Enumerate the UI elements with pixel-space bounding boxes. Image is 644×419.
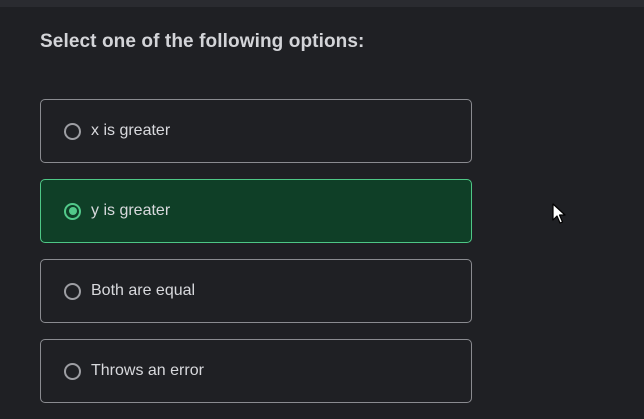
radio-button-icon[interactable] <box>64 362 81 380</box>
top-bar <box>0 0 644 7</box>
option-label: y is greater <box>91 202 171 219</box>
option-label: x is greater <box>91 122 171 139</box>
option-label: Throws an error <box>91 362 204 379</box>
radio-button-icon[interactable] <box>64 282 81 300</box>
option-throws-an-error[interactable]: Throws an error <box>40 339 472 403</box>
option-both-are-equal[interactable]: Both are equal <box>40 259 472 323</box>
option-label: Both are equal <box>91 282 196 299</box>
option-y-is-greater[interactable]: y is greater <box>40 179 472 243</box>
radio-dot-icon <box>68 207 77 215</box>
question-prompt: Select one of the following options: <box>40 31 365 52</box>
option-x-is-greater[interactable]: x is greater <box>40 99 472 163</box>
options-list: x is greater y is greater Both are equal… <box>40 99 472 419</box>
radio-button-icon[interactable] <box>64 202 81 220</box>
radio-button-icon[interactable] <box>64 122 81 140</box>
mouse-pointer-icon <box>552 203 566 224</box>
